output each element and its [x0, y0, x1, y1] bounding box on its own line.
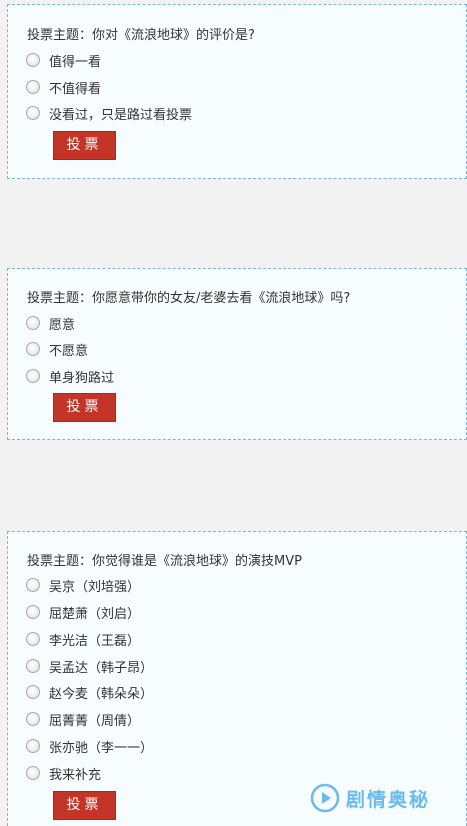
radio-button[interactable] — [26, 342, 40, 356]
radio-button[interactable] — [26, 659, 40, 673]
poll-option[interactable]: 不愿意 — [26, 340, 89, 359]
radio-button[interactable] — [26, 53, 40, 67]
poll-option[interactable]: 愿意 — [26, 314, 76, 333]
option-label: 不值得看 — [49, 81, 102, 97]
radio-button[interactable] — [26, 106, 40, 120]
watermark: 剧情奥秘 — [310, 778, 460, 818]
poll-option[interactable]: 吴孟达（韩子昂） — [26, 657, 154, 676]
option-label: 屈楚萧（刘启） — [49, 606, 141, 622]
poll-option[interactable]: 吴京（刘培强） — [26, 576, 141, 595]
option-label: 吴京（刘培强） — [49, 579, 141, 595]
poll-panel-evaluation: 投票主题：你对《流浪地球》的评价是? 值得一看 不值得看 没看过，只是路过看投票… — [7, 4, 467, 179]
poll-option[interactable]: 赵今麦（韩朵朵） — [26, 683, 154, 702]
option-label: 值得一看 — [49, 54, 102, 70]
radio-button[interactable] — [26, 712, 40, 726]
option-label: 张亦驰（李一一） — [49, 740, 154, 756]
radio-button[interactable] — [26, 632, 40, 646]
poll-option[interactable]: 值得一看 — [26, 51, 102, 70]
poll-option[interactable]: 单身狗路过 — [26, 367, 115, 386]
radio-button[interactable] — [26, 685, 40, 699]
vote-button[interactable]: 投票 — [53, 791, 116, 820]
poll-option[interactable]: 张亦驰（李一一） — [26, 737, 154, 756]
radio-button[interactable] — [26, 766, 40, 780]
radio-button[interactable] — [26, 369, 40, 383]
poll-option[interactable]: 我来补充 — [26, 764, 102, 783]
option-label: 吴孟达（韩子昂） — [49, 660, 154, 676]
poll-title: 投票主题：你愿意带你的女友/老婆去看《流浪地球》吗? — [27, 291, 351, 306]
play-logo-icon — [310, 783, 340, 813]
poll-title: 投票主题：你对《流浪地球》的评价是? — [27, 28, 255, 43]
radio-button[interactable] — [26, 605, 40, 619]
radio-button[interactable] — [26, 578, 40, 592]
poll-option[interactable]: 没看过，只是路过看投票 — [26, 104, 193, 123]
page: 投票主题：你对《流浪地球》的评价是? 值得一看 不值得看 没看过，只是路过看投票… — [0, 0, 467, 826]
poll-option[interactable]: 屈楚萧（刘启） — [26, 603, 141, 622]
radio-button[interactable] — [26, 80, 40, 94]
watermark-text: 剧情奥秘 — [346, 788, 431, 811]
option-label: 没看过，只是路过看投票 — [49, 107, 193, 123]
vote-button[interactable]: 投票 — [53, 393, 116, 422]
poll-panel-bring-partner: 投票主题：你愿意带你的女友/老婆去看《流浪地球》吗? 愿意 不愿意 单身狗路过 … — [7, 268, 467, 440]
option-label: 我来补充 — [49, 767, 102, 783]
radio-button[interactable] — [26, 739, 40, 753]
option-label: 愿意 — [49, 317, 76, 333]
vote-button[interactable]: 投票 — [53, 131, 116, 160]
radio-button[interactable] — [26, 316, 40, 330]
option-label: 屈菁菁（周倩） — [49, 713, 141, 729]
option-label: 赵今麦（韩朵朵） — [49, 686, 154, 702]
option-label: 李光洁（王磊） — [49, 633, 141, 649]
poll-option[interactable]: 李光洁（王磊） — [26, 630, 141, 649]
poll-option[interactable]: 屈菁菁（周倩） — [26, 710, 141, 729]
option-label: 不愿意 — [49, 343, 89, 359]
poll-title: 投票主题：你觉得谁是《流浪地球》的演技MVP — [27, 554, 302, 569]
poll-option[interactable]: 不值得看 — [26, 78, 102, 97]
option-label: 单身狗路过 — [49, 370, 115, 386]
